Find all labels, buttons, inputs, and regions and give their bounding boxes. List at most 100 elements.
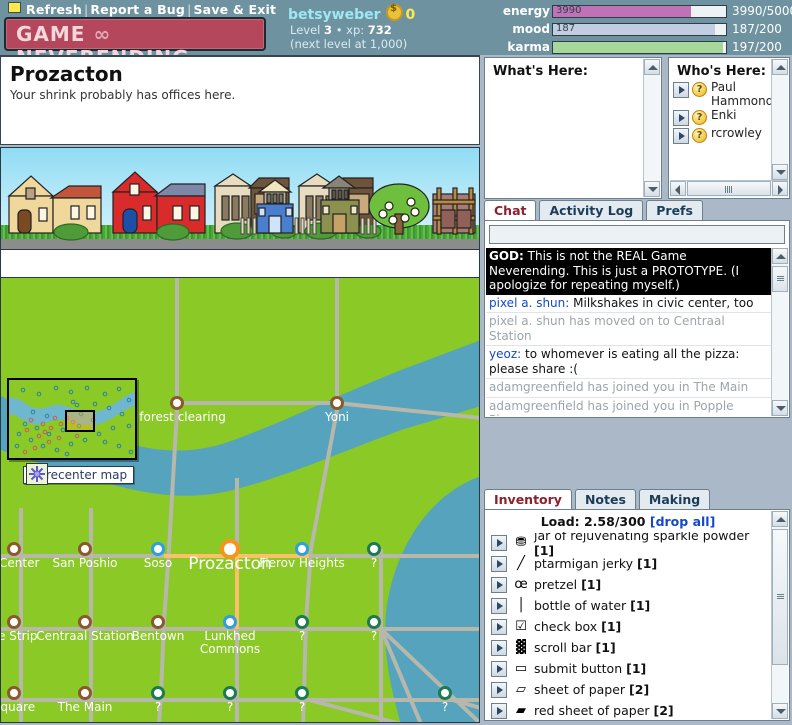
map-node[interactable]: [78, 686, 92, 700]
tab-prefs[interactable]: Prefs: [646, 200, 703, 221]
map-node[interactable]: [151, 686, 165, 700]
minimap[interactable]: [7, 378, 137, 460]
inventory-item[interactable]: ⛃jar of rejuvenating sparkle powder [1]: [486, 532, 771, 553]
map-node[interactable]: [7, 686, 21, 700]
item-name: jar of rejuvenating sparkle powder [1]: [534, 532, 771, 558]
inventory-scrollbar[interactable]: [771, 511, 788, 719]
tab-notes[interactable]: Notes: [575, 489, 636, 510]
item-action-icon[interactable]: [491, 661, 507, 677]
go-to-person-icon[interactable]: [673, 110, 689, 126]
refresh-link[interactable]: Refresh: [26, 2, 82, 17]
chat-scroll-thumb[interactable]: [772, 266, 788, 292]
inventory-item[interactable]: ▭submit button [1]: [486, 658, 771, 679]
jar-icon: ⛃: [512, 536, 530, 549]
save-and-exit-link[interactable]: Save & Exit: [193, 2, 276, 17]
map-node[interactable]: [78, 542, 92, 556]
chat-message: pixel a. shun has moved on to Centraal S…: [486, 313, 771, 346]
chat-message-text: to whomever is eating all the pizza: ple…: [489, 347, 739, 376]
inventory-item[interactable]: ☑check box [1]: [486, 616, 771, 637]
item-action-icon[interactable]: [491, 682, 507, 698]
item-quantity: [1]: [601, 619, 621, 634]
world-map[interactable]: a forest clearingYonic CenterSan PoshioS…: [0, 277, 480, 723]
item-action-icon[interactable]: [491, 598, 507, 614]
scroll-up-icon[interactable]: [772, 59, 788, 75]
map-node[interactable]: [330, 396, 344, 410]
tab-activity-log[interactable]: Activity Log: [539, 200, 643, 221]
stat-value-energy: 3990: [556, 5, 581, 16]
map-node[interactable]: [220, 539, 240, 559]
scroll-up-icon[interactable]: [772, 248, 788, 264]
item-action-icon[interactable]: [491, 556, 507, 572]
checkbox-icon[interactable]: [8, 2, 21, 13]
item-action-icon[interactable]: [491, 640, 507, 656]
chat-input[interactable]: [489, 225, 785, 244]
item-action-icon[interactable]: [491, 619, 507, 635]
inventory-item[interactable]: ▓scroll bar [1]: [486, 637, 771, 658]
stat-bar-energy: 3990: [552, 5, 727, 18]
scroll-up-icon[interactable]: [644, 59, 660, 75]
app-header: Refresh|Report a Bug|Save & Exit GAME ∞ …: [0, 0, 792, 55]
whos-here-hscrollbar[interactable]: [670, 180, 788, 197]
chat-scrollbar[interactable]: [771, 248, 788, 416]
chat-box: GOD: This is not the REAL Game Neverendi…: [484, 220, 790, 418]
inventory-item[interactable]: œpretzel [1]: [486, 574, 771, 595]
scroll-down-icon[interactable]: [644, 181, 660, 197]
scroll-right-icon[interactable]: [772, 181, 788, 196]
xp-value: 732: [368, 23, 392, 37]
submit-button-icon: ▭: [512, 662, 530, 675]
stat-total-mood: 187/200: [732, 22, 782, 36]
map-node[interactable]: [7, 542, 21, 556]
scroll-down-icon[interactable]: [772, 703, 788, 719]
recenter-map-label: recenter map: [46, 468, 127, 482]
tab-inventory[interactable]: Inventory: [484, 489, 572, 510]
go-to-person-icon[interactable]: [673, 128, 689, 144]
hscroll-thumb[interactable]: [687, 181, 771, 196]
map-node[interactable]: [438, 686, 452, 700]
item-action-icon[interactable]: [491, 535, 507, 551]
inventory-scroll-thumb[interactable]: [772, 529, 788, 665]
coin-icon: [386, 4, 403, 21]
go-to-person-icon[interactable]: [673, 82, 689, 98]
stat-row-mood: mood 187 187/200: [500, 22, 788, 38]
scroll-up-icon[interactable]: [772, 511, 788, 527]
item-quantity: [2]: [629, 682, 649, 697]
map-node[interactable]: [151, 542, 165, 556]
inventory-item[interactable]: │bottle of water [1]: [486, 595, 771, 616]
map-node[interactable]: [295, 542, 309, 556]
map-node[interactable]: [295, 615, 309, 629]
inventory-item[interactable]: ▰red sheet of paper [2]: [486, 700, 771, 719]
map-node[interactable]: [7, 615, 21, 629]
scroll-down-icon[interactable]: [772, 400, 788, 416]
tab-chat[interactable]: Chat: [484, 200, 536, 221]
drop-all-link[interactable]: [drop all]: [650, 514, 715, 529]
inventory-item[interactable]: ▱sheet of paper [2]: [486, 679, 771, 700]
page-title: Prozacton: [10, 62, 123, 86]
tab-making[interactable]: Making: [639, 489, 710, 510]
scroll-left-icon[interactable]: [670, 181, 686, 196]
map-node[interactable]: [295, 686, 309, 700]
map-node[interactable]: [223, 686, 237, 700]
here-panels: What's Here: Who's Here: ?Paul Hammond?E…: [484, 57, 790, 199]
item-action-icon[interactable]: [491, 703, 507, 719]
xp-label: xp:: [346, 23, 364, 37]
username-display[interactable]: betsyweber0: [288, 4, 415, 23]
map-node[interactable]: [367, 542, 381, 556]
chat-message-author: GOD:: [489, 249, 524, 263]
item-action-icon[interactable]: [491, 577, 507, 593]
map-node[interactable]: [78, 615, 92, 629]
map-node[interactable]: [170, 396, 184, 410]
chat-message: GOD: This is not the REAL Game Neverendi…: [486, 248, 771, 295]
map-node[interactable]: [223, 615, 237, 629]
level-line: Level 3 • xp: 732: [290, 23, 392, 37]
whats-here-scrollbar[interactable]: [643, 59, 660, 197]
map-node[interactable]: [367, 615, 381, 629]
whats-here-title: What's Here:: [493, 64, 661, 79]
minimap-viewport[interactable]: [65, 410, 95, 432]
recenter-map-button[interactable]: recenter map: [23, 466, 134, 484]
whos-here-vscrollbar[interactable]: [771, 59, 788, 180]
report-a-bug-link[interactable]: Report a Bug: [90, 2, 185, 17]
map-terrain: [1, 278, 480, 723]
infinity-icon: ∞: [93, 22, 111, 46]
map-node[interactable]: [151, 615, 165, 629]
scroll-down-icon[interactable]: [772, 164, 788, 180]
